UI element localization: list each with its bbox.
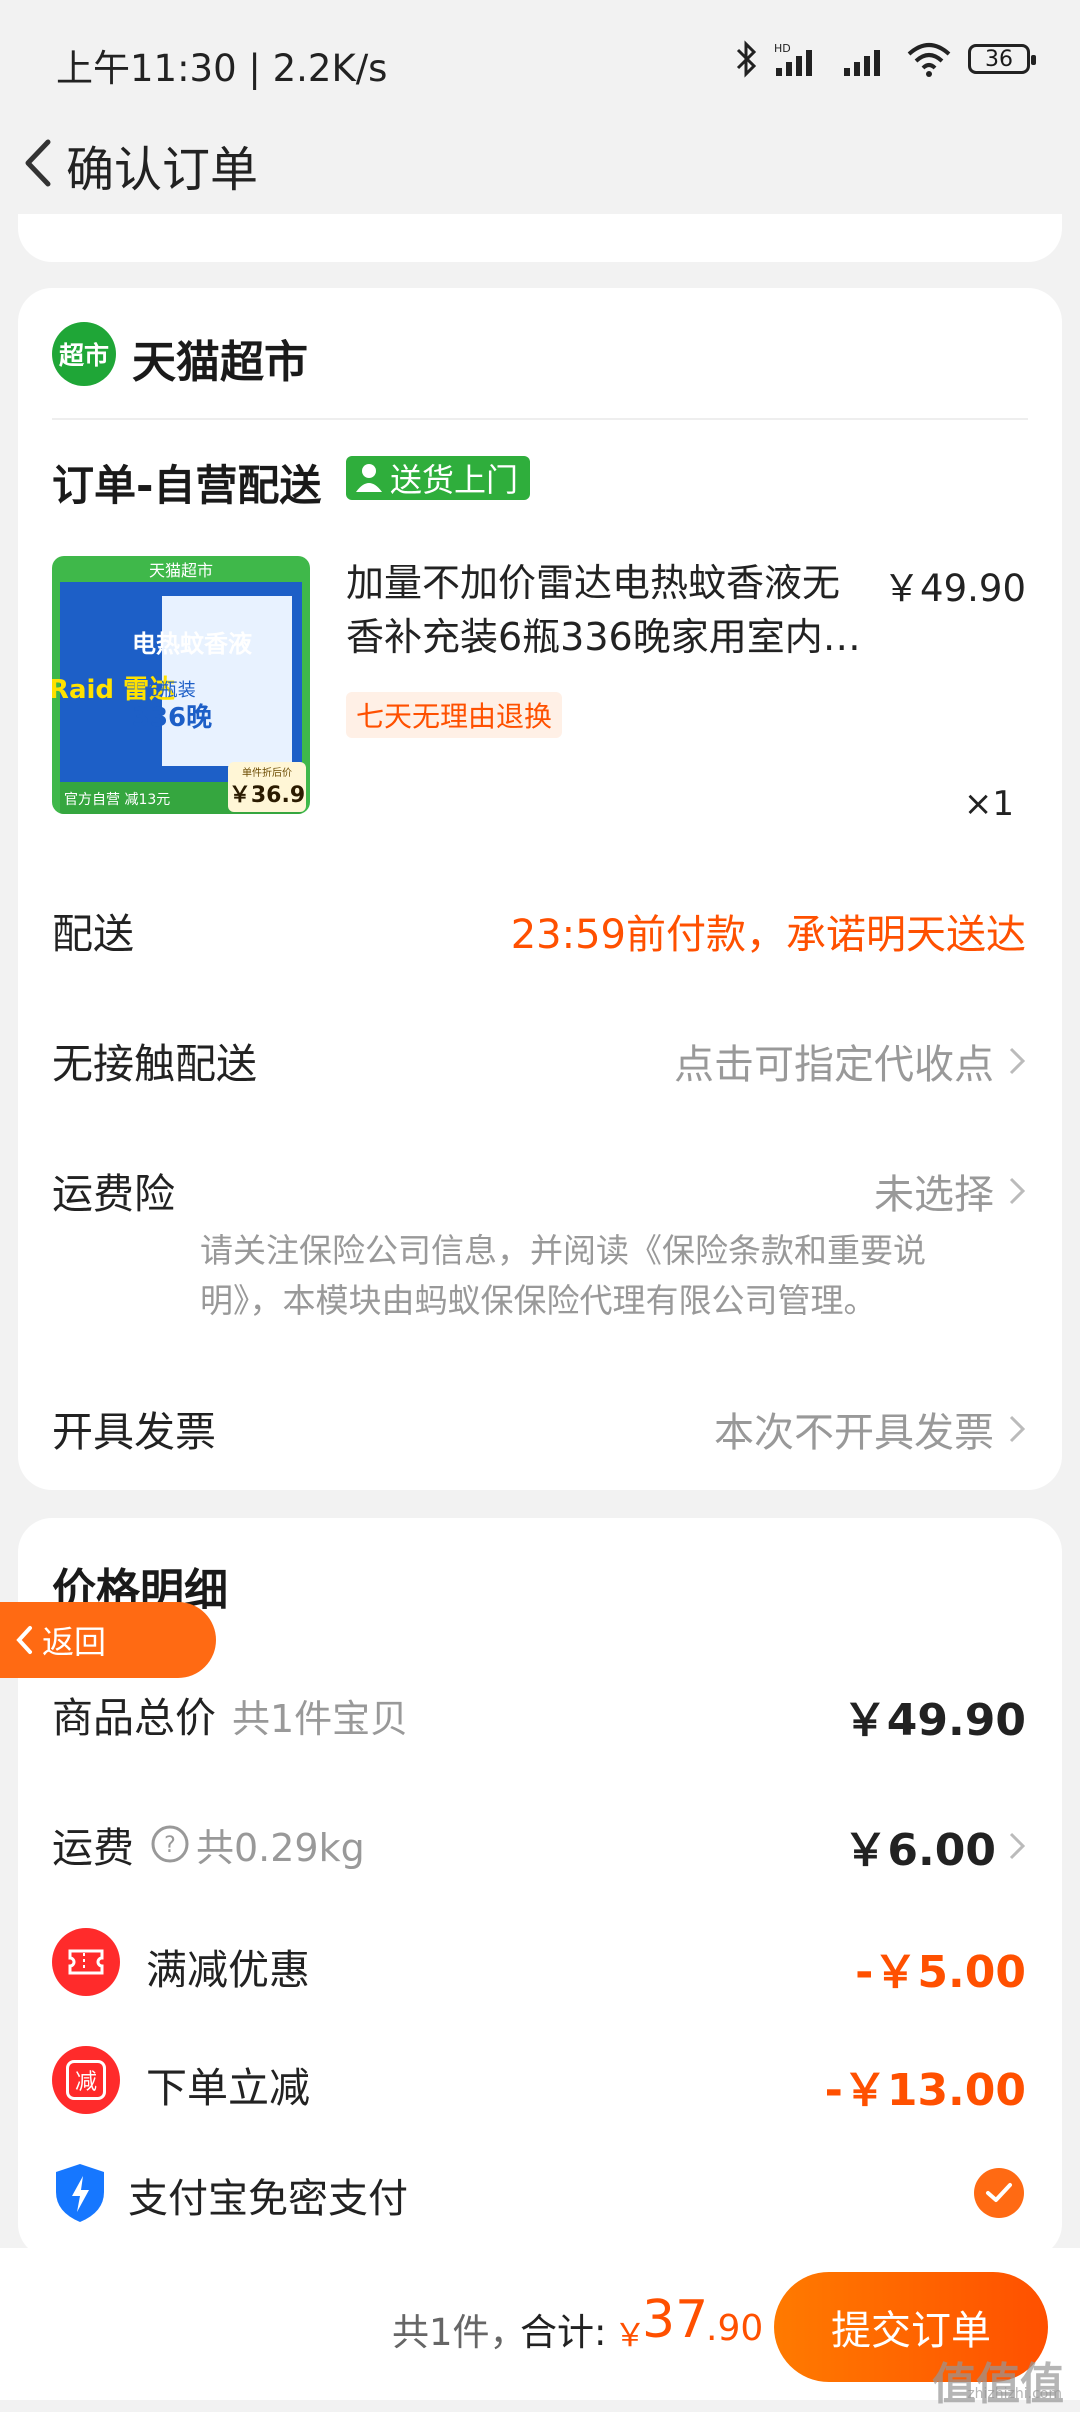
product-image-unit-label: 单件折后价 [242, 766, 292, 779]
invoice-value: 本次不开具发票 [714, 1410, 994, 1456]
product-image-bottles: 6瓶装 [148, 680, 195, 701]
delivery-value-text: 23:59前付款，承诺明天送达 [510, 912, 1026, 958]
ticket-icon [52, 1928, 120, 1996]
product-quantity: ×1 [963, 784, 1014, 824]
order-type: 订单-自营配送 [52, 461, 322, 510]
status-time: 上午11:30 | 2.2K/s [56, 47, 388, 90]
discount-full-value: -￥5.00 [855, 1947, 1026, 1998]
chevron-right-icon [1009, 1415, 1026, 1443]
return-policy-tag: 七天无理由退换 [346, 692, 563, 738]
contactless-value: 点击可指定代收点 [674, 1042, 994, 1088]
total-label: 合计: [520, 2311, 607, 2354]
battery-icon: 36 [968, 44, 1036, 74]
total-count: 共1件， [392, 2311, 527, 2354]
status-bar: 上午11:30 | 2.2K/s HD 36 [0, 0, 1080, 120]
product-image-footer: 官方自营 减13元 [64, 792, 170, 808]
checkmark-icon [986, 2183, 1012, 2202]
floating-back-button[interactable]: 返回 [0, 1602, 216, 1678]
help-icon[interactable]: ? [150, 1824, 190, 1864]
chevron-right-icon [1009, 1832, 1026, 1860]
bluetooth-icon [736, 40, 757, 78]
delivery-label: 配送 [52, 910, 134, 958]
goods-total-label: 商品总价 共1件宝贝 [52, 1684, 408, 1744]
floating-back-label: 返回 [42, 1623, 107, 1661]
hd-signal-icon: HD [774, 42, 812, 76]
insurance-note[interactable]: 请关注保险公司信息，并阅读《保险条款和重要说明》，本模块由蚂蚁保保险代理有限公司… [200, 1226, 980, 1326]
invoice-label: 开具发票 [52, 1408, 216, 1456]
insurance-value: 未选择 [874, 1172, 994, 1218]
shipping-weight: 共0.29kg [196, 1825, 365, 1870]
signal-icon [844, 50, 880, 76]
svg-text:HD: HD [774, 42, 791, 55]
status-icons: HD 36 [734, 40, 1036, 78]
product-image-count: 336晚 [132, 703, 212, 733]
discount-full-label: 满减优惠 [146, 1946, 310, 1994]
back-chevron-icon[interactable] [14, 128, 64, 198]
person-icon [356, 464, 382, 492]
invoice-row[interactable]: 本次不开具发票 [714, 1400, 1026, 1458]
alipay-label: 支付宝免密支付 [128, 2176, 408, 2222]
goods-total-value: ￥49.90 [842, 1695, 1026, 1746]
product-image[interactable]: 天猫超市 Raid 雷达 电热蚊香液 336晚 6瓶装 官方自营 减13元 单件… [52, 556, 310, 814]
product-image-art: 天猫超市 Raid 雷达 电热蚊香液 336晚 6瓶装 官方自营 减13元 单件… [52, 556, 310, 814]
contactless-label: 无接触配送 [52, 1040, 257, 1088]
shipping-label: 运费 ? 共0.29kg [52, 1814, 365, 1874]
product-image-name: 电热蚊香液 [132, 630, 252, 658]
shipping-value: ￥6.00 [843, 1825, 996, 1876]
delivery-value: 23:59前付款，承诺明天送达 [511, 902, 1026, 960]
store-logo-text: 超市 [58, 341, 109, 370]
store-logo: 超市 [52, 322, 116, 386]
delivery-tag: 送货上门 [346, 456, 531, 500]
chevron-left-icon [16, 1626, 32, 1654]
divider [52, 418, 1028, 420]
chevron-right-icon [1009, 1047, 1026, 1075]
svg-text:?: ? [164, 1833, 176, 1858]
goods-count: 共1件宝贝 [232, 1697, 409, 1741]
product-image-unit-price: ￥36.9 [229, 783, 305, 808]
instant-discount-icon: 减 [52, 2046, 120, 2114]
shipping-label-text: 运费 [52, 1824, 134, 1872]
wifi-icon [907, 43, 951, 77]
total-amount-decimal: .90 [706, 2308, 764, 2349]
page-title: 确认订单 [66, 142, 259, 198]
alipay-shield-icon [56, 2164, 104, 2222]
delivery-tag-label: 送货上门 [390, 461, 519, 499]
product-title[interactable]: 加量不加价雷达电热蚊香液无香补充装6瓶336晚家用室内… [346, 556, 866, 664]
goods-total-label-text: 商品总价 [52, 1694, 216, 1742]
discount-instant-label: 下单立减 [146, 2064, 310, 2112]
battery-level: 36 [985, 46, 1013, 72]
insurance-label: 运费险 [52, 1170, 175, 1218]
product-image-banner: 天猫超市 [149, 561, 213, 580]
address-card-remnant [18, 214, 1062, 262]
chevron-right-icon [1009, 1177, 1026, 1205]
insurance-row[interactable]: 未选择 [874, 1162, 1026, 1220]
alipay-checkbox[interactable] [974, 2168, 1024, 2218]
contactless-row[interactable]: 点击可指定代收点 [674, 1032, 1026, 1090]
total-amount-integer: 37 [642, 2290, 709, 2350]
watermark: 值值值 [932, 2359, 1064, 2410]
store-name[interactable]: 天猫超市 [132, 326, 308, 390]
product-price: ￥49.90 [883, 567, 1026, 610]
discount-instant-value: -￥13.00 [824, 2065, 1026, 2116]
instant-discount-icon-text: 减 [66, 2060, 106, 2100]
shipping-value-row[interactable]: ￥6.00 [843, 1814, 1026, 1878]
